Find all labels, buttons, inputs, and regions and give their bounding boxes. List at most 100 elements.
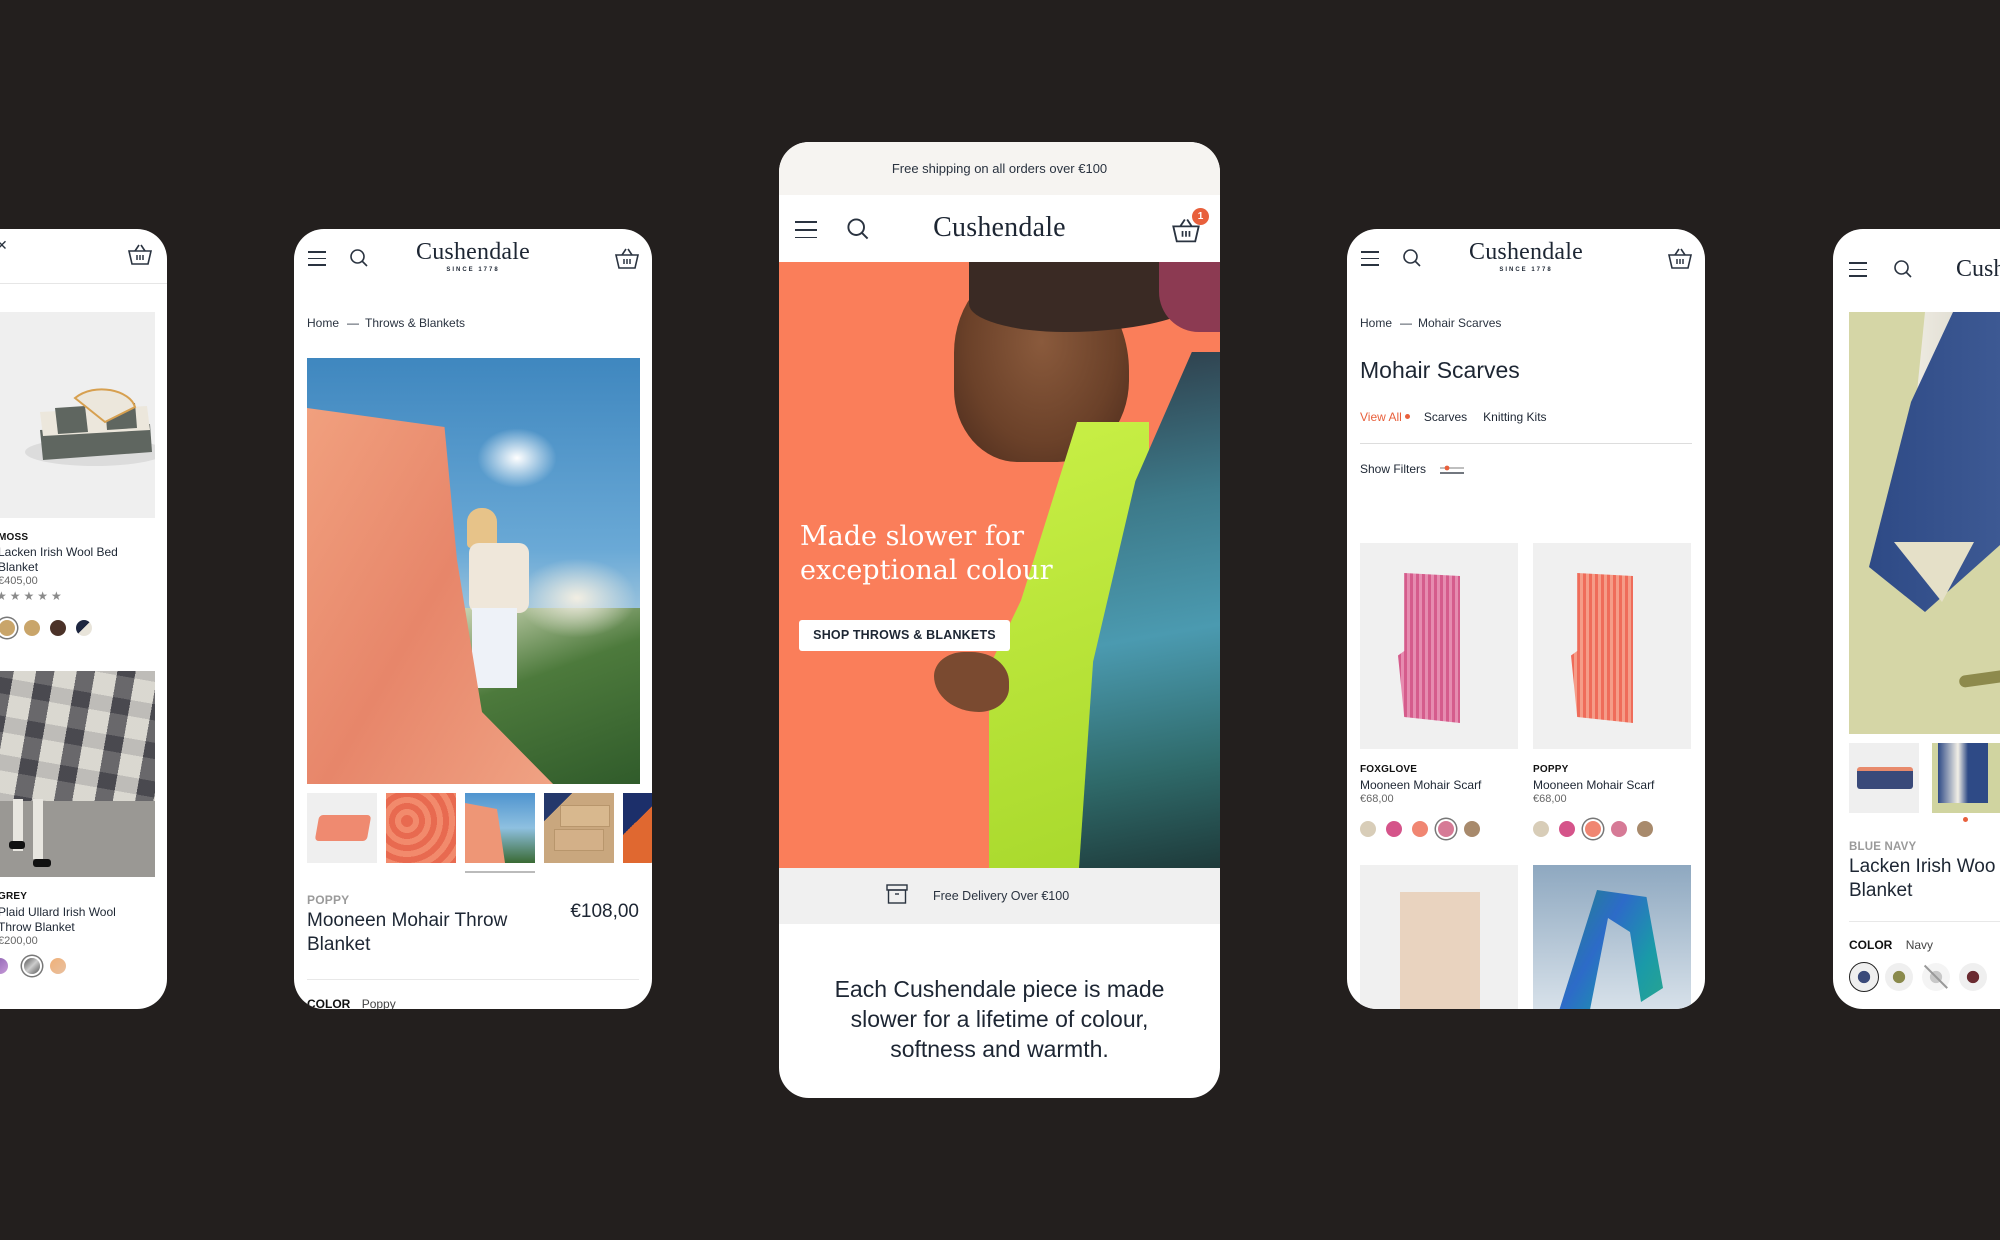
header: Cushendale SINCE 1778 xyxy=(294,229,652,291)
product-image-grey-plaid[interactable] xyxy=(0,671,155,877)
swatch[interactable] xyxy=(0,620,15,636)
delivery-text: Free Delivery Over €100 xyxy=(933,889,1070,903)
product-price: €68,00 xyxy=(1360,793,1394,805)
product-color-label: BLUE NAVY xyxy=(1849,841,1917,853)
color-swatch[interactable] xyxy=(1959,963,1987,991)
product-name-line1: Lacken Irish Wool Bed xyxy=(0,545,118,559)
color-swatch-unavailable[interactable] xyxy=(1922,963,1950,991)
thumbnail[interactable] xyxy=(544,793,614,863)
product-name[interactable]: Mooneen Mohair Scarf xyxy=(1360,778,1481,793)
show-filters-label: Show Filters xyxy=(1360,462,1427,476)
phone-product-detail: Cushendale SINCE 1778 Home — Throws & Blan… xyxy=(294,229,652,1009)
basket-icon[interactable] xyxy=(127,243,153,267)
swatch[interactable] xyxy=(1412,821,1428,837)
phone-product-detail-right: Cush BLUE NAVY Lacken Irish Woo Blanket … xyxy=(1833,229,2000,1009)
breadcrumb-home[interactable]: Home xyxy=(307,316,339,330)
tab-view-all[interactable]: View All xyxy=(1360,410,1402,424)
active-thumbnail-dot xyxy=(1963,817,1968,822)
breadcrumb-separator: — xyxy=(1400,316,1413,330)
swatch[interactable] xyxy=(0,958,8,974)
thumbnail[interactable] xyxy=(1849,743,1919,813)
product-price: €405,00 xyxy=(0,575,38,587)
swatch[interactable] xyxy=(24,958,40,974)
thumbnail[interactable] xyxy=(386,793,456,863)
basket-icon[interactable] xyxy=(1667,247,1693,271)
product-title-line1: Lacken Irish Woo xyxy=(1849,856,1996,877)
thumbnail[interactable] xyxy=(623,793,652,863)
close-icon[interactable]: ✕ xyxy=(0,238,8,252)
phone-product-listing: ✕ MOSS Lacken Irish Wool Bed Blanket €40… xyxy=(0,229,167,1009)
active-thumbnail-indicator xyxy=(465,871,535,873)
statement-line3: softness and warmth. xyxy=(890,1036,1109,1062)
brand-name: Cushendale xyxy=(933,212,1066,243)
statement-line1: Each Cushendale piece is made xyxy=(834,976,1165,1002)
product-image-blue-scarf[interactable] xyxy=(1533,865,1691,1009)
tab-scarves[interactable]: Scarves xyxy=(1424,410,1467,424)
product-main-image[interactable] xyxy=(1849,312,2000,734)
show-filters-button[interactable]: Show Filters xyxy=(1360,462,1465,476)
product-title-line2: Blanket xyxy=(1849,880,1913,901)
swatch[interactable] xyxy=(1637,821,1653,837)
product-name-line2: Throw Blanket xyxy=(0,920,75,934)
brand-logo[interactable]: Cushendale SINCE 1778 xyxy=(1347,239,1705,273)
breadcrumb-home[interactable]: Home xyxy=(1360,316,1392,330)
swatch[interactable] xyxy=(1386,821,1402,837)
swatch[interactable] xyxy=(1585,821,1601,837)
breadcrumb-current[interactable]: Throws & Blankets xyxy=(365,316,465,330)
product-image-poppy-scarf[interactable] xyxy=(1533,543,1691,749)
product-image-foxglove-scarf[interactable] xyxy=(1360,543,1518,749)
swatch[interactable] xyxy=(1533,821,1549,837)
product-price: €68,00 xyxy=(1533,793,1567,805)
filter-slider-icon xyxy=(1440,465,1465,474)
menu-icon[interactable] xyxy=(1849,262,1867,282)
product-name[interactable]: Mooneen Mohair Scarf xyxy=(1533,778,1654,793)
swatch[interactable] xyxy=(50,958,66,974)
color-swatch[interactable] xyxy=(1885,963,1913,991)
product-name-line2: Blanket xyxy=(0,560,39,574)
product-main-image[interactable] xyxy=(307,358,640,784)
divider xyxy=(1360,443,1692,444)
product-image-moss-blanket[interactable] xyxy=(0,312,155,518)
delivery-strip: Free Delivery Over €100 xyxy=(779,868,1220,924)
tab-knitting-kits[interactable]: Knitting Kits xyxy=(1483,410,1546,424)
hero-title-line1: Made slower for xyxy=(800,521,1025,552)
product-name[interactable]: Lacken Irish Wool Bed Blanket xyxy=(0,545,118,575)
color-swatch-selected[interactable] xyxy=(1849,962,1879,992)
basket-icon[interactable] xyxy=(614,247,640,271)
product-image-cream-scarf[interactable] xyxy=(1360,865,1518,1009)
product-title: Lacken Irish Woo Blanket xyxy=(1849,855,1995,903)
search-icon[interactable] xyxy=(1893,259,1913,279)
thumbnail-active[interactable] xyxy=(465,793,535,863)
product-color-label: POPPY xyxy=(307,893,350,907)
swatch[interactable] xyxy=(1438,821,1454,837)
swatch[interactable] xyxy=(1360,821,1376,837)
brand-name: Cushendale xyxy=(1469,239,1583,265)
product-name-line1: Plaid Ullard Irish Wool xyxy=(0,905,116,919)
brand-statement: Each Cushendale piece is made slower for… xyxy=(779,974,1220,1064)
shop-throws-button[interactable]: SHOP THROWS & BLANKETS xyxy=(799,620,1010,651)
color-option: COLOR Navy xyxy=(1849,938,1933,952)
swatch[interactable] xyxy=(24,620,40,636)
phone-home: Free shipping on all orders over €100 Cu… xyxy=(779,142,1220,1098)
product-name[interactable]: Plaid Ullard Irish Wool Throw Blanket xyxy=(0,905,116,935)
breadcrumb-current[interactable]: Mohair Scarves xyxy=(1418,316,1501,330)
brand-logo[interactable]: Cushendale xyxy=(779,212,1220,244)
hero-title: Made slower for exceptional colour xyxy=(800,520,1053,588)
thumbnail-active[interactable] xyxy=(1932,743,2000,813)
thumbnail[interactable] xyxy=(307,793,377,863)
brand-tagline: SINCE 1778 xyxy=(1499,267,1553,273)
active-dot xyxy=(1404,414,1410,419)
header: Cush xyxy=(1833,229,2000,291)
breadcrumb-separator: — xyxy=(347,316,360,330)
product-color-label: MOSS xyxy=(0,532,29,543)
box-icon xyxy=(886,884,908,904)
product-price: €200,00 xyxy=(0,935,38,947)
swatch[interactable] xyxy=(1559,821,1575,837)
swatch[interactable] xyxy=(1611,821,1627,837)
swatch[interactable] xyxy=(50,620,66,636)
header: ✕ xyxy=(0,229,167,284)
swatch[interactable] xyxy=(1464,821,1480,837)
brand-name[interactable]: Cush xyxy=(1956,256,2000,283)
brand-logo[interactable]: Cushendale SINCE 1778 xyxy=(294,239,652,273)
swatch[interactable] xyxy=(76,620,92,636)
